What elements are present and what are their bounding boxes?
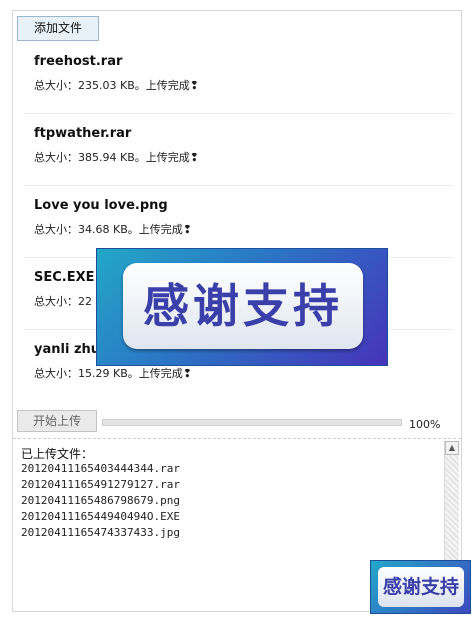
scroll-up-icon[interactable]: ▲: [445, 441, 459, 455]
thanks-badge[interactable]: 感谢支持: [370, 560, 471, 614]
upload-progress-text: 100%: [409, 418, 441, 431]
thanks-banner[interactable]: 感谢支持: [96, 248, 388, 366]
log-title: 已上传文件：: [21, 447, 94, 461]
file-name: yanli zhu: [34, 342, 101, 357]
file-status: 总大小：34.68 KB。上传完成❢: [34, 223, 192, 236]
file-status: 总大小：15.29 KB。上传完成❢: [34, 367, 192, 380]
file-name: SEC.EXE: [34, 270, 95, 285]
add-files-button[interactable]: 添加文件: [17, 16, 99, 41]
file-status: 总大小：235.03 KB。上传完成❢: [34, 79, 199, 92]
file-status: 总大小：385.94 KB。上传完成❢: [34, 151, 199, 164]
file-name: Love you love.png: [34, 198, 168, 213]
thanks-banner-text: 感谢支持: [123, 263, 363, 349]
log-line: 20120411165403444344.rar: [21, 462, 180, 475]
upload-progress-fill: [103, 420, 401, 425]
file-name: freehost.rar: [34, 54, 123, 69]
file-status: 总大小：22: [34, 295, 92, 308]
divider: [24, 185, 454, 186]
file-name: ftpwather.rar: [34, 126, 132, 141]
log-line: 2012041116544940494O.EXE: [21, 510, 180, 523]
log-line: 20120411165491279127.rar: [21, 478, 180, 491]
log-line: 20120411165474337433.jpg: [21, 526, 180, 539]
file-item: ftpwather.rar 总大小：385.94 KB。上传完成❢: [24, 116, 454, 186]
log-line: 20120411165486798679.png: [21, 494, 180, 507]
start-upload-button[interactable]: 开始上传: [17, 410, 97, 432]
upload-progress-bar: [102, 419, 402, 426]
file-item: freehost.rar 总大小：235.03 KB。上传完成❢: [24, 44, 454, 114]
divider: [24, 113, 454, 114]
log-lines: 20120411165403444344.rar 201204111654912…: [21, 461, 180, 541]
thanks-badge-text: 感谢支持: [378, 567, 464, 607]
